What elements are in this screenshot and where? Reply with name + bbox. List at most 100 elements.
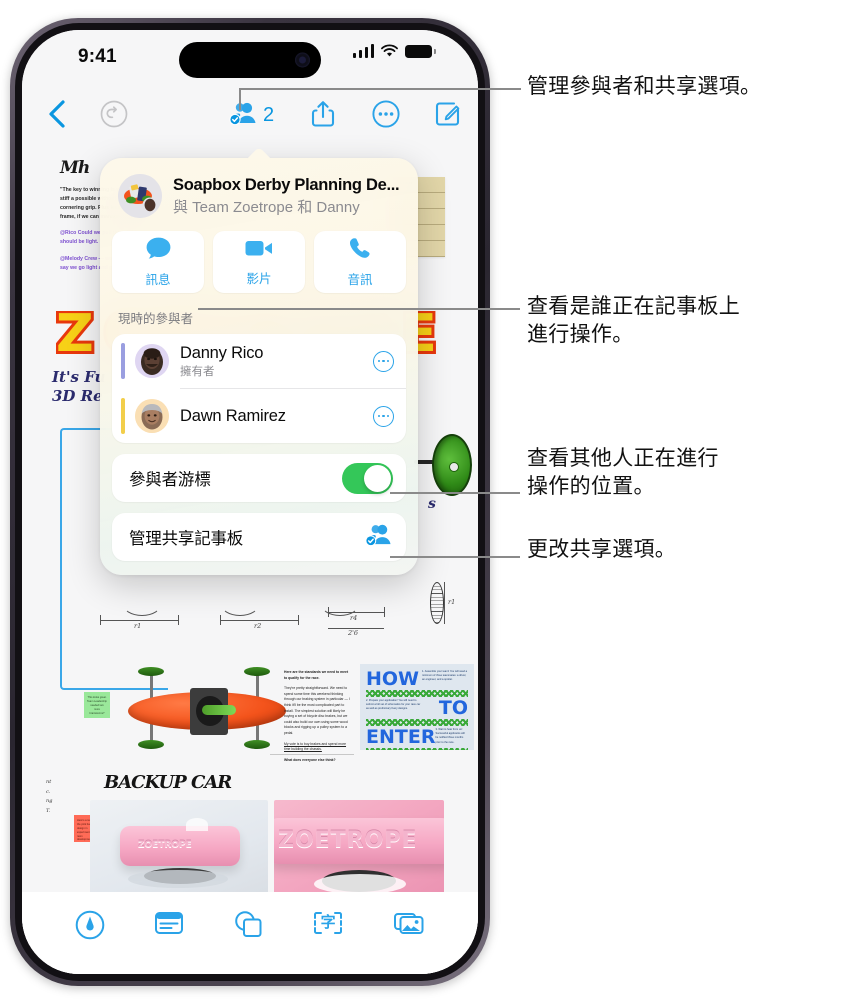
media-tool[interactable] bbox=[393, 910, 425, 941]
dim-label-1: r2 bbox=[254, 622, 262, 630]
poster-word-0: HOW bbox=[366, 668, 420, 690]
doc2-para-1: They're pretty straightforward. We need … bbox=[284, 686, 350, 736]
callout-change-share-options: 更改共享選項。 bbox=[527, 538, 677, 561]
poster-divider-1 bbox=[366, 690, 468, 698]
compose-button[interactable] bbox=[434, 99, 462, 134]
participant-row-dawn[interactable]: Dawn Ramirez bbox=[112, 389, 406, 443]
message-button[interactable]: 訊息 bbox=[112, 231, 204, 293]
participant-name-block: Danny Rico 擁有者 bbox=[180, 344, 373, 379]
undo-button[interactable] bbox=[100, 100, 128, 133]
poster-word-1: TO bbox=[438, 697, 468, 720]
popover-arrow bbox=[246, 147, 272, 159]
front-camera-icon bbox=[295, 52, 310, 68]
text-tool-glyph: 字 bbox=[320, 914, 336, 931]
dim-label-4: r1 bbox=[448, 598, 456, 606]
toggle-knob bbox=[364, 464, 391, 492]
callout-3-line-2: 操作的位置。 bbox=[527, 474, 655, 498]
canvas-doc-title: Mh bbox=[60, 158, 90, 178]
canvas-photo-2[interactable]: ZOETROPE bbox=[274, 800, 444, 896]
section-header-label: 現時的參與者 bbox=[118, 312, 194, 326]
canvas-handwriting-note: It's Fu 3D Re bbox=[52, 368, 106, 405]
canvas-spring-part bbox=[430, 582, 444, 624]
avatar bbox=[135, 344, 169, 378]
video-button[interactable]: 影片 bbox=[213, 231, 305, 293]
canvas-car-drawing bbox=[110, 666, 300, 750]
poster-divider-3 bbox=[366, 748, 468, 750]
poster-small-0: 1. Assemble your team! You will need a m… bbox=[422, 670, 468, 682]
participant-row-danny[interactable]: Danny Rico 擁有者 bbox=[112, 334, 406, 388]
markup-tool[interactable] bbox=[75, 910, 105, 945]
nav-bar: 2 bbox=[22, 88, 478, 142]
collaboration-people-icon bbox=[228, 100, 258, 131]
popover-subtitle: 與 Team Zoetrope 和 Danny bbox=[173, 198, 360, 216]
canvas-handwriting-s: s bbox=[428, 496, 436, 512]
share-button[interactable] bbox=[310, 99, 336, 134]
more-button[interactable] bbox=[372, 100, 400, 133]
popover-title-block: Soapbox Derby Planning De... 與 Team Zoet… bbox=[173, 176, 399, 217]
callout-3-line-1: 查看其他人正在進行 bbox=[527, 447, 719, 470]
participant-name-block: Dawn Ramirez bbox=[180, 407, 373, 426]
text-box-icon: 字 bbox=[312, 910, 344, 936]
collaboration-popover: Soapbox Derby Planning De... 與 Team Zoet… bbox=[100, 158, 418, 575]
collaboration-button[interactable]: 2 bbox=[228, 100, 274, 131]
wifi-icon bbox=[380, 44, 399, 58]
poster-divider-2 bbox=[366, 719, 468, 727]
video-button-label: 影片 bbox=[246, 272, 272, 286]
leader-line-4 bbox=[390, 556, 520, 558]
sticky-note-green[interactable]: This looks great. Team Leadership needed… bbox=[84, 692, 110, 718]
participant-color-bar bbox=[121, 343, 125, 379]
participant-cursors-row[interactable]: 參與者游標 bbox=[112, 454, 406, 502]
audio-button[interactable]: 音訊 bbox=[314, 231, 406, 293]
screenshot-root: Mh "The key to winning is wheels that ar… bbox=[0, 0, 844, 1001]
participant-cursors-label: 參與者游標 bbox=[129, 471, 211, 489]
message-button-label: 訊息 bbox=[145, 273, 171, 287]
shapes-tool[interactable] bbox=[233, 910, 263, 943]
status-bar: 9:41 bbox=[22, 30, 478, 88]
collaboration-people-icon bbox=[364, 522, 393, 552]
doc2-para-3: What does everyone else think? bbox=[284, 757, 336, 762]
participant-more-button[interactable] bbox=[373, 350, 394, 372]
participants-list: Danny Rico 擁有者 Dawn Ramirez bbox=[112, 334, 406, 443]
popover-header: Soapbox Derby Planning De... 與 Team Zoet… bbox=[112, 170, 406, 218]
cellular-bars-icon bbox=[352, 44, 374, 58]
leader-line-2 bbox=[198, 308, 520, 310]
canvas-backup-car-title: BACKUP CAR bbox=[104, 772, 232, 793]
leader-line-1-horizontal bbox=[239, 88, 521, 90]
status-bar-time: 9:41 bbox=[78, 46, 117, 67]
dim-label-0: r1 bbox=[134, 622, 142, 630]
back-button[interactable] bbox=[46, 98, 68, 135]
message-bubble-icon bbox=[145, 236, 172, 265]
collaborator-count: 2 bbox=[263, 104, 275, 126]
dim-label-3: 2'6 bbox=[348, 629, 359, 637]
poster-small-2: 3. Wait to hear from us! Successful appl… bbox=[435, 728, 465, 744]
participant-cursors-toggle[interactable] bbox=[342, 462, 393, 494]
poster-word-2: ENTER bbox=[366, 726, 436, 749]
iphone-device: Mh "The key to winning is wheels that ar… bbox=[10, 18, 490, 986]
callout-see-where-others: 查看其他人正在進行 操作的位置。 bbox=[527, 445, 839, 501]
participant-more-button[interactable] bbox=[373, 405, 394, 427]
canvas-edge-scribble: nt c. ng T. bbox=[46, 779, 53, 814]
video-camera-icon bbox=[244, 237, 274, 264]
note-lines-icon bbox=[154, 912, 184, 940]
callout-manage-participants: 管理參與者和共享選項。 bbox=[527, 75, 762, 98]
audio-button-label: 音訊 bbox=[347, 273, 373, 287]
canvas-green-wheel bbox=[432, 434, 472, 496]
poster-small-1: 2. Prepare your application! You will ne… bbox=[366, 699, 421, 711]
canvas-poster[interactable]: HOW 1. Assemble your team! You will need… bbox=[360, 664, 474, 750]
popover-title: Soapbox Derby Planning De... bbox=[173, 175, 400, 194]
battery-full-icon bbox=[405, 44, 436, 58]
participant-name: Danny Rico bbox=[180, 343, 264, 362]
markup-pen-circle-icon bbox=[75, 910, 105, 944]
shapes-icon bbox=[233, 911, 263, 942]
bottom-toolbar: 字 bbox=[22, 892, 478, 974]
note-tool[interactable] bbox=[154, 910, 184, 941]
text-tool[interactable]: 字 bbox=[312, 910, 344, 941]
device-bezel: Mh "The key to winning is wheels that ar… bbox=[15, 23, 485, 981]
canvas-photo-1[interactable]: ZOETROPE bbox=[90, 800, 268, 896]
manage-shared-board-row[interactable]: 管理共享記事板 bbox=[112, 513, 406, 561]
callout-2-line-2: 進行操作。 bbox=[527, 322, 634, 346]
doc2-para-0: Here are the standards we need to meet t… bbox=[284, 670, 349, 680]
leader-line-3 bbox=[390, 492, 520, 494]
photo-2-emboss: ZOETROPE bbox=[278, 828, 418, 853]
manage-shared-board-label: 管理共享記事板 bbox=[129, 530, 244, 548]
